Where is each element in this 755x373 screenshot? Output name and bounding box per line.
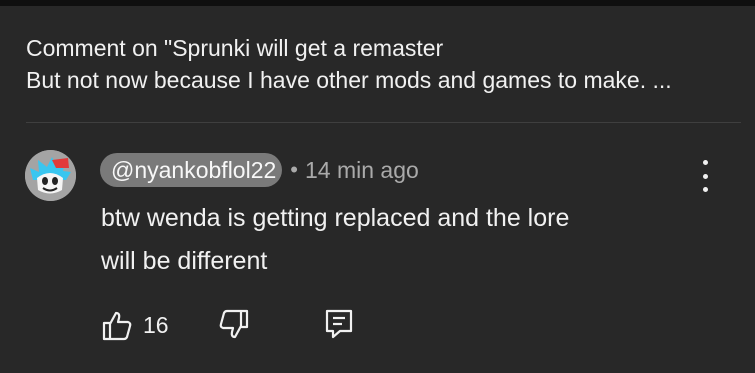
comment-screen: Comment on "Sprunki will get a remaster … xyxy=(0,0,755,373)
comment-body: btw wenda is getting replaced and the lo… xyxy=(101,197,721,283)
like-count: 16 xyxy=(143,311,169,338)
comment-line-1: btw wenda is getting replaced and the lo… xyxy=(101,204,570,232)
more-dot xyxy=(702,173,708,179)
timestamp: 14 min ago xyxy=(305,156,419,183)
more-dot xyxy=(702,187,708,192)
divider xyxy=(26,122,741,123)
reply-button[interactable] xyxy=(324,308,354,340)
avatar-character-icon xyxy=(25,150,76,201)
like-button[interactable]: 16 xyxy=(101,309,169,341)
comment-context[interactable]: Comment on "Sprunki will get a remaster … xyxy=(26,32,741,96)
comment-line-2: will be different xyxy=(101,247,268,275)
avatar[interactable] xyxy=(25,150,76,201)
more-vertical-icon[interactable] xyxy=(692,160,718,192)
dislike-button[interactable] xyxy=(218,309,250,341)
author-handle[interactable]: @nyankobflol22 xyxy=(100,153,283,187)
thumb-up-icon xyxy=(102,311,132,341)
context-line-2: But not now because I have other mods an… xyxy=(26,67,672,93)
separator-dot: • xyxy=(290,157,298,182)
context-line-1: Comment on "Sprunki will get a remaster xyxy=(26,35,444,61)
comment-header: @nyankobflol22 • 14 min ago xyxy=(100,153,419,187)
more-dot xyxy=(702,160,708,165)
top-bar xyxy=(0,0,755,6)
reply-icon xyxy=(325,309,353,339)
thumb-down-icon xyxy=(219,309,249,339)
